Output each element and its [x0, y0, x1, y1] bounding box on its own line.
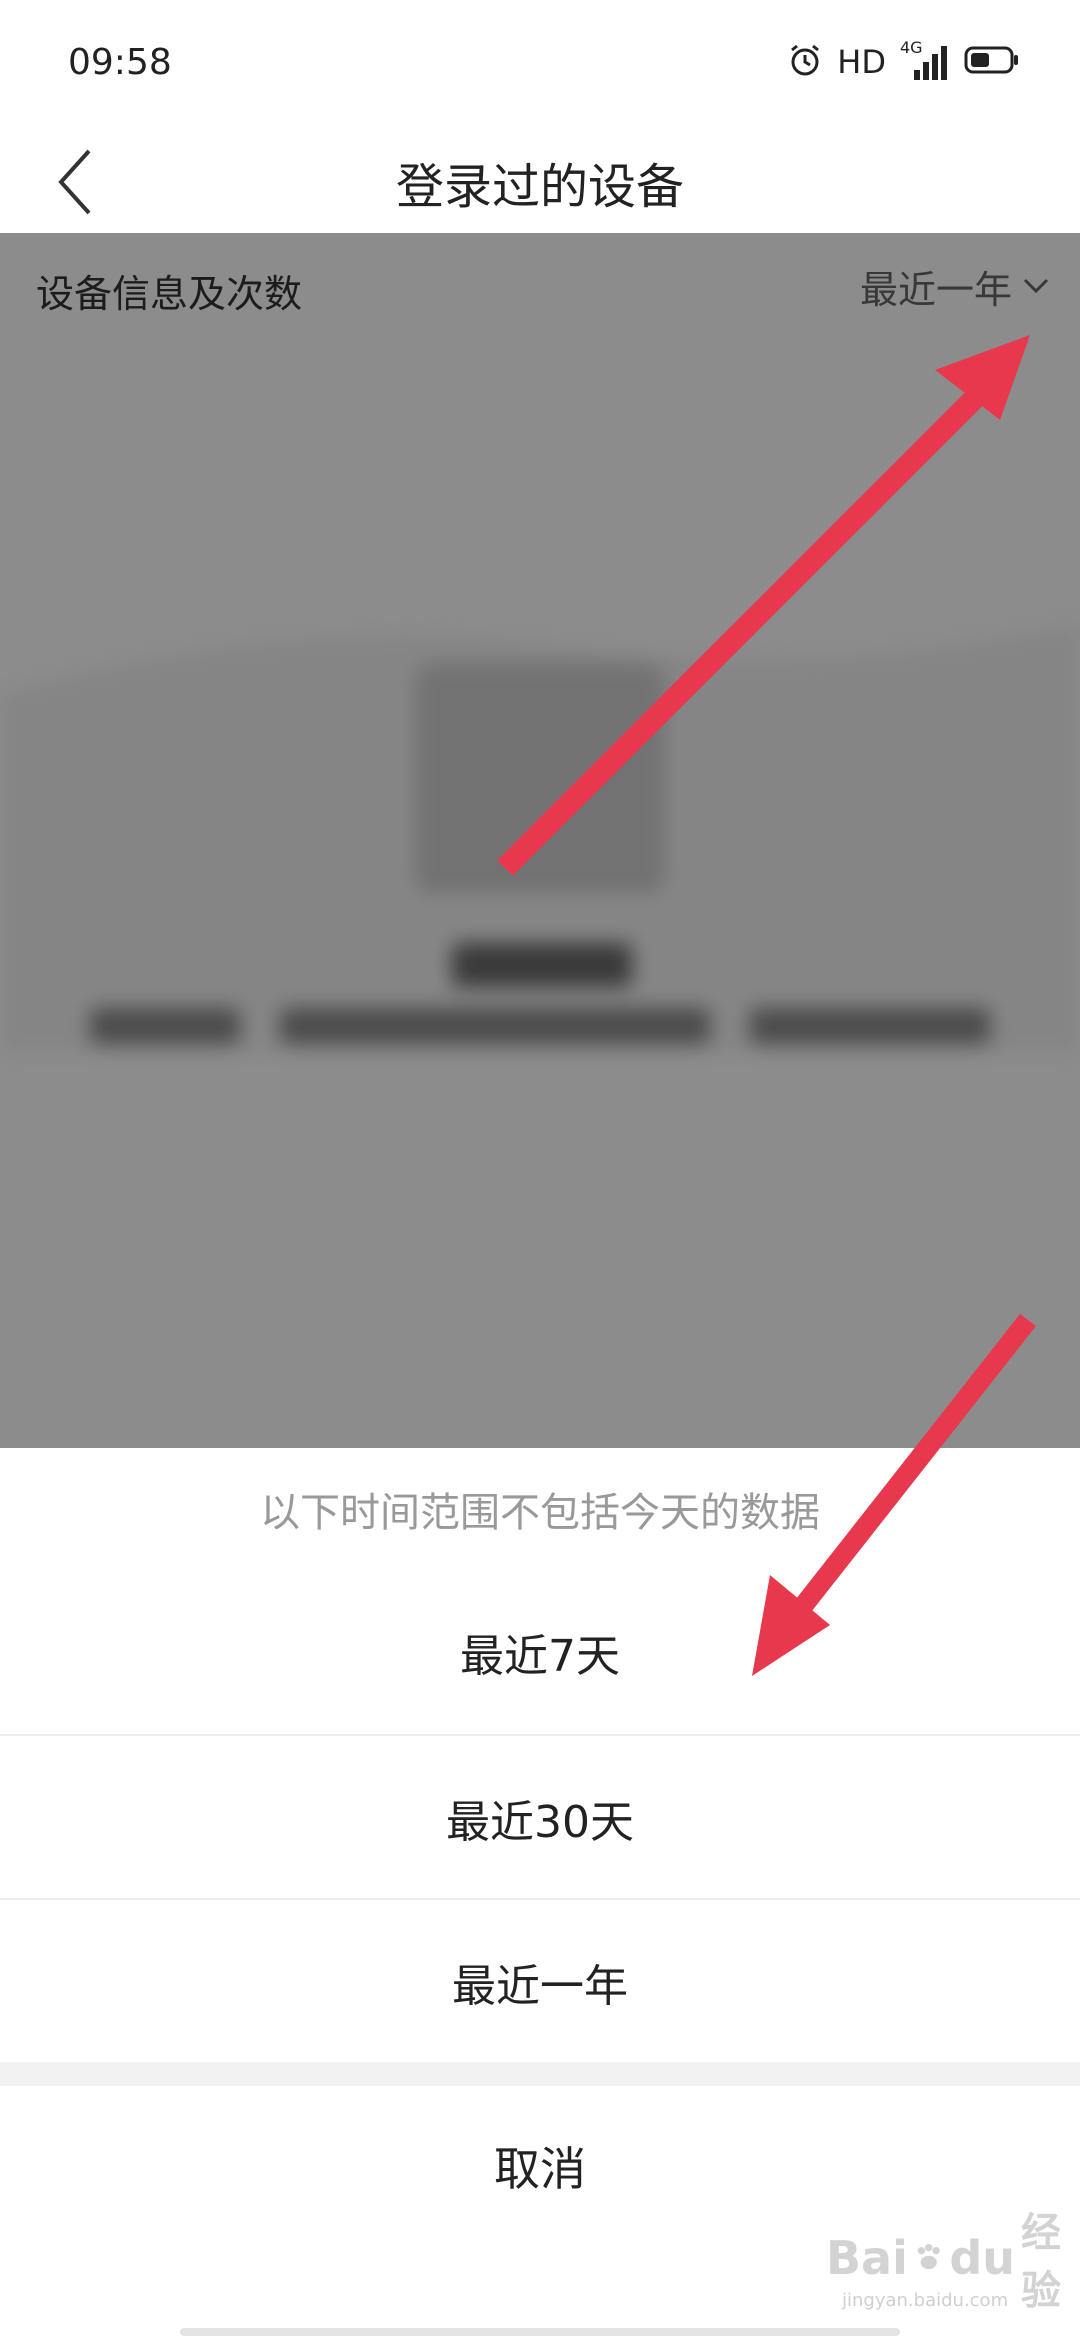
alarm-icon	[787, 42, 823, 82]
status-icons: HD 4G	[787, 38, 1020, 84]
option-last-7-days[interactable]: 最近7天	[0, 1570, 1080, 1734]
status-bar: 09:58 HD 4G	[0, 0, 1080, 130]
battery-icon	[964, 44, 1020, 80]
dim-overlay[interactable]	[0, 233, 1080, 1448]
watermark-subtext: jingyan.baidu.com	[842, 2290, 1009, 2311]
option-last-year[interactable]: 最近一年	[0, 1900, 1080, 2064]
app-header: 登录过的设备	[0, 130, 1080, 233]
watermark-text: Bai	[826, 2231, 908, 2285]
sheet-note: 以下时间范围不包括今天的数据	[0, 1448, 1080, 1572]
home-indicator	[180, 2328, 900, 2336]
watermark-text-3: 经验	[1021, 2210, 1062, 2314]
paw-icon	[917, 2243, 940, 2270]
cancel-button[interactable]: 取消	[0, 2086, 1080, 2246]
status-time: 09:58	[68, 42, 172, 83]
back-button[interactable]	[30, 130, 120, 233]
signal-icon: 4G	[900, 38, 950, 82]
hd-label: HD	[837, 43, 886, 81]
page-title: 登录过的设备	[395, 158, 684, 215]
network-label: 4G	[900, 38, 923, 57]
option-last-30-days[interactable]: 最近30天	[0, 1736, 1080, 1900]
baidu-watermark: Bai du 经验	[826, 2210, 1080, 2314]
time-range-action-sheet: 以下时间范围不包括今天的数据 最近7天 最近30天 最近一年 取消	[0, 1448, 1080, 2340]
chevron-left-icon	[58, 149, 91, 214]
sheet-gap	[0, 2062, 1080, 2086]
watermark-text-2: du	[949, 2231, 1016, 2285]
